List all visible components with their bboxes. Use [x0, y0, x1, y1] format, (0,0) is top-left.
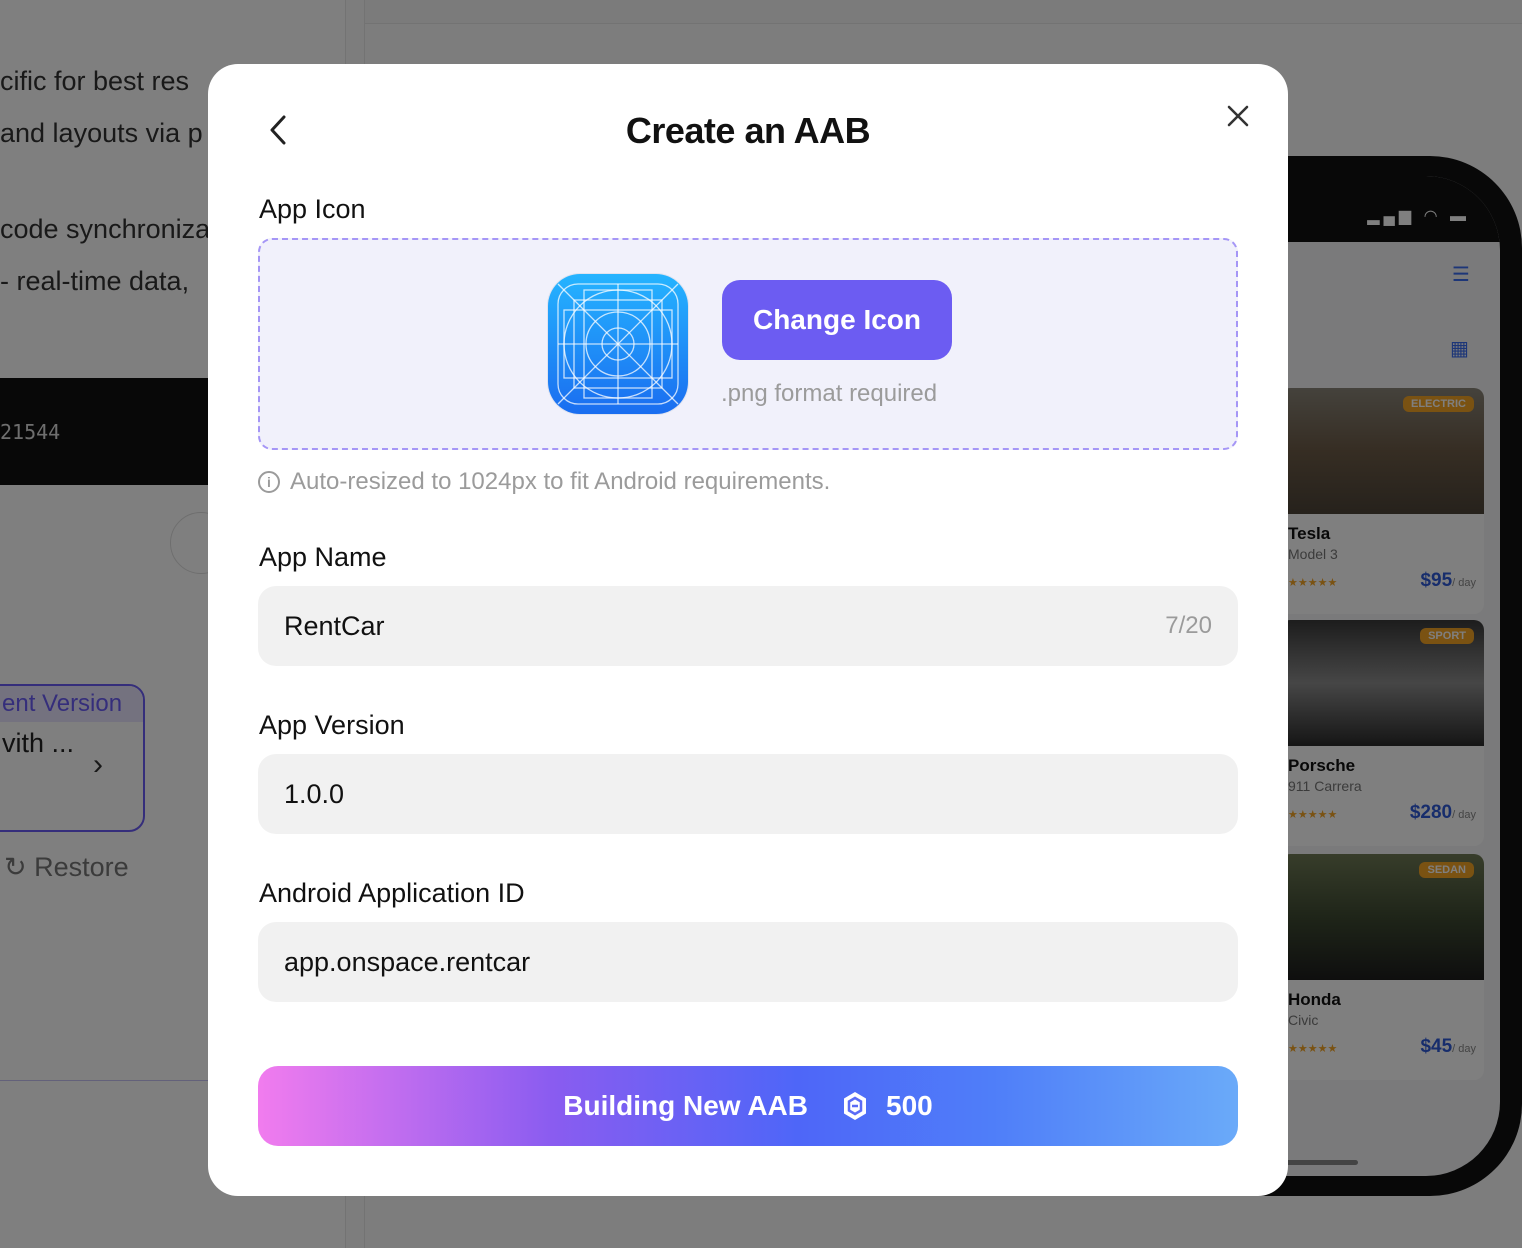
char-counter: 7/20 [1165, 612, 1212, 639]
format-hint: .png format required [721, 380, 938, 407]
resize-note: i Auto-resized to 1024px to fit Android … [258, 468, 830, 496]
app-version-field[interactable] [258, 754, 1238, 834]
close-icon [1227, 105, 1249, 127]
application-id-label: Android Application ID [259, 878, 525, 908]
dialog-title: Create an AAB [625, 110, 871, 151]
app-icon-label: App Icon [259, 194, 366, 224]
app-version-input[interactable] [284, 778, 1212, 810]
application-id-input[interactable] [284, 946, 1212, 978]
info-icon: i [258, 471, 280, 493]
app-name-label: App Name [259, 542, 387, 572]
change-icon-button[interactable]: Change Icon [722, 280, 952, 360]
app-name-field[interactable]: 7/20 [258, 586, 1238, 666]
create-aab-dialog: Create an AAB App Icon Change Icon .png … [208, 64, 1288, 1196]
build-aab-button[interactable]: Building New AAB 500 [258, 1066, 1238, 1146]
coin-icon [844, 1092, 866, 1120]
build-button-label: Building New AAB [563, 1090, 808, 1121]
close-button[interactable] [1218, 96, 1258, 136]
resize-note-text: Auto-resized to 1024px to fit Android re… [290, 468, 831, 495]
application-id-field[interactable] [258, 922, 1238, 1002]
app-icon-preview [548, 274, 688, 414]
app-icon-grid-icon [557, 283, 679, 405]
icon-upload-dropzone[interactable]: Change Icon .png format required [258, 238, 1238, 450]
app-version-label: App Version [259, 710, 405, 740]
app-name-input[interactable] [284, 610, 1166, 642]
build-cost: 500 [886, 1090, 933, 1121]
